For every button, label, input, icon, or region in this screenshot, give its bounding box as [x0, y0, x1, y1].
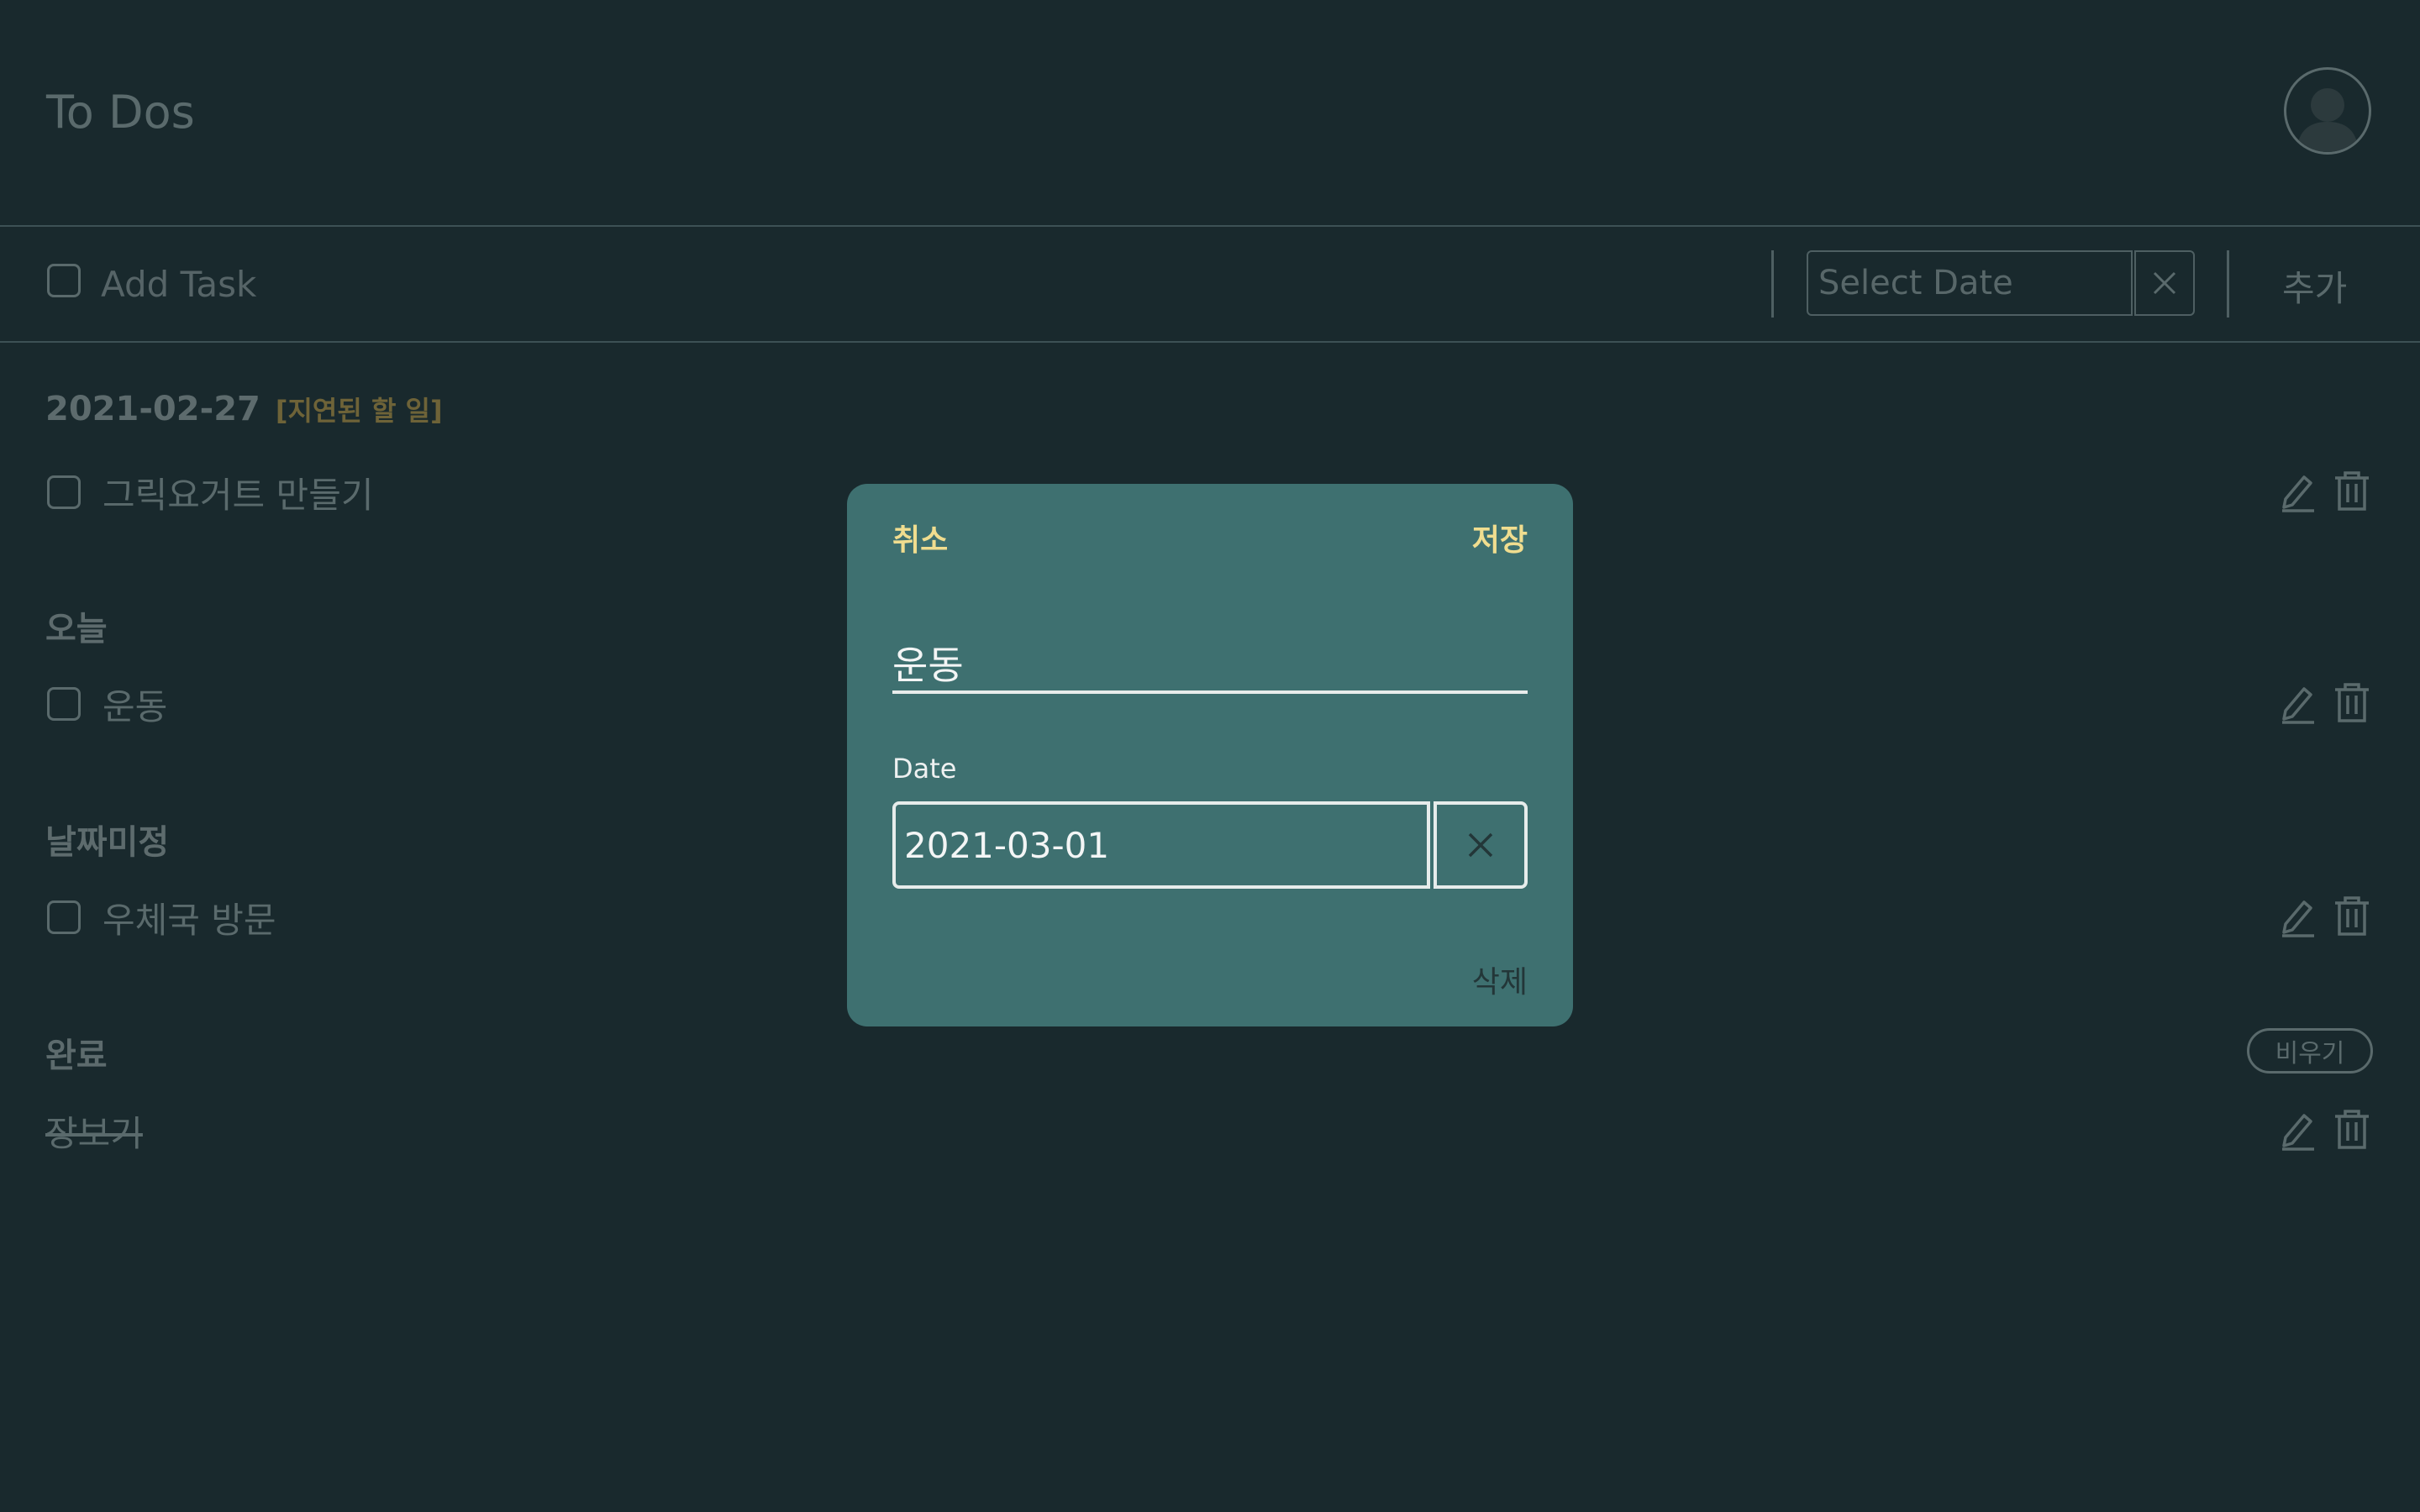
- task-title-input[interactable]: [892, 635, 1528, 694]
- pencil-icon[interactable]: [2279, 895, 2317, 937]
- section-title-completed: 완료: [45, 1037, 108, 1075]
- section-title-today: 오늘: [45, 610, 108, 648]
- user-avatar-icon[interactable]: [2284, 67, 2371, 155]
- task-label: 우체국 방문: [103, 900, 276, 941]
- close-icon: [2153, 271, 2176, 295]
- app-title: To Dos: [46, 86, 195, 139]
- app-header: To Dos: [0, 0, 2420, 227]
- clear-completed-button[interactable]: 비우기: [2247, 1028, 2373, 1074]
- trash-icon[interactable]: [2333, 895, 2371, 937]
- divider: [2227, 250, 2229, 318]
- task-checkbox[interactable]: [47, 687, 81, 721]
- pencil-icon[interactable]: [2279, 1109, 2317, 1151]
- task-label: 운동: [103, 686, 168, 727]
- completed-task-label: 장보기: [45, 1113, 143, 1154]
- select-date-input[interactable]: [1807, 250, 2133, 316]
- clear-date-button[interactable]: [1434, 801, 1528, 889]
- pencil-icon[interactable]: [2279, 470, 2317, 512]
- add-task-bar: 추가: [0, 227, 2420, 343]
- trash-icon[interactable]: [2333, 682, 2371, 724]
- clear-date-button[interactable]: [2134, 250, 2195, 316]
- divider: [1771, 250, 1774, 318]
- section-title-overdue: 2021-02-27 [지연된 할 일]: [45, 390, 443, 428]
- pencil-icon[interactable]: [2279, 682, 2317, 724]
- date-label: Date: [892, 753, 957, 785]
- section-title-undated: 날짜미정: [45, 823, 170, 862]
- add-task-input[interactable]: [101, 262, 1697, 306]
- cancel-button[interactable]: 취소: [892, 516, 948, 559]
- overdue-badge: [지연된 할 일]: [275, 395, 443, 427]
- task-date-input[interactable]: [892, 801, 1430, 889]
- trash-icon[interactable]: [2333, 1109, 2371, 1151]
- save-button[interactable]: 저장: [1472, 516, 1528, 559]
- add-button[interactable]: 추가: [2282, 260, 2347, 312]
- close-icon: [1468, 832, 1493, 858]
- delete-task-button[interactable]: 삭제: [1472, 958, 1528, 1001]
- edit-task-modal: 취소 저장 Date 삭제: [847, 484, 1573, 1026]
- task-checkbox[interactable]: [47, 475, 81, 509]
- trash-icon[interactable]: [2333, 470, 2371, 512]
- section-date: 2021-02-27: [45, 390, 260, 428]
- add-task-checkbox[interactable]: [47, 264, 81, 297]
- task-label: 그릭요거트 만들기: [103, 475, 374, 516]
- task-checkbox[interactable]: [47, 900, 81, 934]
